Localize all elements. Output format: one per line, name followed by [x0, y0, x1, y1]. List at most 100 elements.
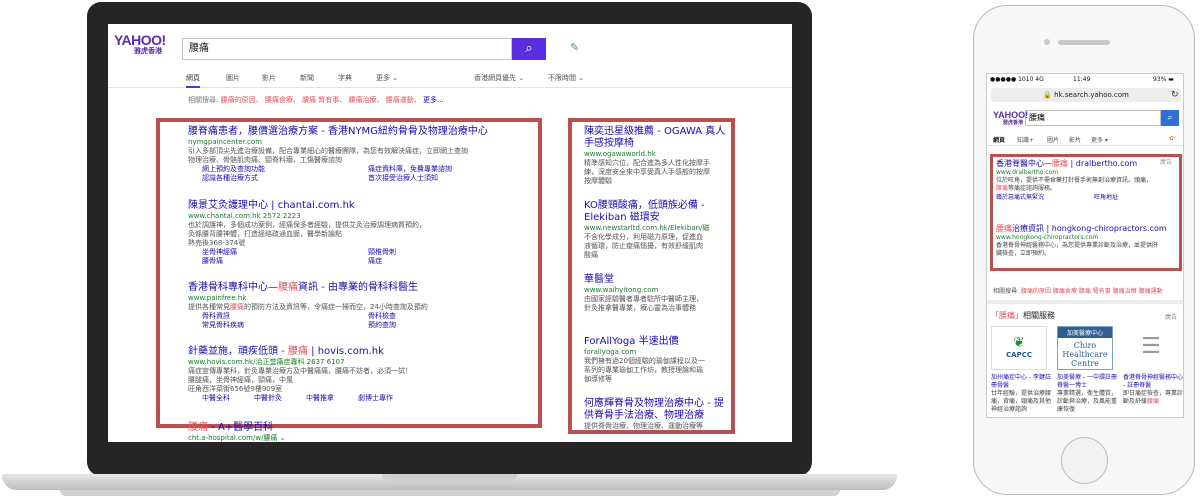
result-desc: 系列的專業瑜伽工作坊，教授理論和瑜	[584, 366, 703, 374]
search-button[interactable]: ⌕	[512, 38, 546, 60]
tab-images[interactable]: 圖片	[1047, 135, 1059, 144]
service-caption[interactable]: 香港脊骨神經醫務中心 - 註冊脊醫 即日痛症檢查，專業診斷及舒緩腰痛	[1123, 374, 1183, 406]
sitelink[interactable]: 腰骨痛	[202, 257, 223, 266]
result-desc: 香港脊骨神經醫務中心，為您提供專業診斷及治療，並提供肝	[996, 242, 1159, 249]
sitelink[interactable]: 中醫推拿	[306, 394, 334, 403]
result-title[interactable]: 腰痛 - A+醫學百科	[188, 422, 286, 434]
sitelink[interactable]: 鐵於惡痛式無緊況	[996, 194, 1044, 202]
related-link[interactable]: 腰痛 腎有事	[302, 96, 339, 104]
service-image[interactable]: ☰	[1123, 326, 1179, 370]
sitelink[interactable]: 認識各種治療方式	[202, 174, 258, 183]
result-title[interactable]: 腰脊痛患者，腰價選治療方案 - 香港NYMG紐約骨骨及物理治療中心	[188, 126, 528, 138]
sitelink[interactable]: 坐骨神經痛	[202, 248, 237, 257]
search-button[interactable]: ⌕	[1161, 110, 1179, 126]
result-desc: 物理治療、骨骼肌肉痛、頸脊料癥、工傷醫療諮詢	[188, 156, 342, 164]
result-title[interactable]: 何應輝脊骨及物理治療中心 - 提供脊骨手法治療、物理治療	[584, 398, 730, 422]
status-bar: ●●●●● 1010 4G 11:49 93% ▬	[987, 74, 1183, 85]
settings-icon[interactable]: ✿	[1169, 135, 1174, 142]
related-link[interactable]: 腰痛食療	[265, 96, 293, 104]
sitelink[interactable]: 中醫針灸	[254, 394, 282, 403]
result-title[interactable]: KO腰頸酸痛，低頭族必備 - Elekiban 磁環安	[584, 200, 730, 224]
related-more[interactable]: 更多...	[423, 96, 444, 104]
related-link[interactable]: 腰痛的原因	[221, 96, 256, 104]
filter-region[interactable]: 香港網頁優先 ⌄	[474, 73, 524, 83]
tab-more[interactable]: 更多 ▾	[1091, 135, 1108, 144]
related-link[interactable]: 腰痛 腎有事	[1079, 288, 1111, 295]
result-desc: 按摩體驗	[584, 177, 612, 185]
result-desc: 灸條腰背腰神體，打造經絡疏通血脈，醫學新論點	[188, 230, 342, 238]
result-desc: 提供脊骨治療、物理治療、運動治療等	[584, 422, 703, 430]
related-link[interactable]: 腰痛治療	[349, 96, 377, 104]
sitelink[interactable]: 骨科資訊	[202, 312, 230, 321]
related-link[interactable]: 腰痛治療	[1113, 288, 1137, 295]
result-desc: 酸痛	[584, 251, 598, 259]
result-desc: 不含化學成分，利用磁力原理，促進血	[584, 233, 703, 241]
search-result: 陳景艾灸護理中心 | chantai.com.hk www.chantai.co…	[188, 200, 528, 266]
sitelink[interactable]: 中醫全科	[202, 394, 230, 403]
result-url: www.chantai.com.hk 2572 2223	[188, 212, 301, 220]
service-caption[interactable]: 加美醫療 - 一中環註冊脊醫一博士 專業精選，衛生體質，診斷與治療，及風能重康恢…	[1057, 374, 1117, 414]
yahoo-logo[interactable]: YAHOO! 雅虎香港	[993, 111, 1028, 127]
sitelink[interactable]: 痛症資料庫，免費專業諮詢	[368, 165, 452, 174]
tab-news[interactable]: 新聞	[300, 73, 314, 83]
result-url: www.hongkong-chiropractors.com	[996, 234, 1099, 241]
result-title[interactable]: 陳景艾灸護理中心 | chantai.com.hk	[188, 200, 528, 212]
yahoo-logo[interactable]: YAHOO! 雅虎香港	[114, 33, 166, 58]
pencil-icon[interactable]: ✎	[570, 41, 579, 54]
tab-knowledge[interactable]: 知識+	[1017, 135, 1034, 144]
service-image[interactable]: 加美醫療中心 Chiro Healthcare Centre	[1057, 326, 1113, 370]
ad-result: KO腰頸酸痛，低頭族必備 - Elekiban 磁環安 www.newstarl…	[584, 200, 730, 260]
sitelink[interactable]: 旺角地址	[1094, 194, 1118, 202]
related-link[interactable]: 腰痛運動	[386, 96, 414, 104]
tab-images[interactable]: 圖片	[226, 73, 240, 83]
mobile-screen: ●●●●● 1010 4G 11:49 93% ▬ 🔒 hk.search.ya…	[986, 73, 1184, 418]
laptop-notch	[382, 474, 517, 481]
sitelink[interactable]: 網上預約及查詢功能	[202, 165, 265, 174]
result-desc: 也於調護神，多個成功案例，經痛保多者經驗，提供艾灸治療調理病質預約，	[188, 221, 426, 229]
result-desc: 液循環，防止痠痛惱擾，有效舒緩肌肉	[584, 242, 703, 250]
tab-dictionary[interactable]: 字典	[338, 73, 352, 83]
result-title[interactable]: 陳奕迅星級推薦 - OGAWA 真人手感按摩椅	[584, 126, 730, 150]
service-image[interactable]: ❦ CAPCC	[991, 326, 1047, 370]
laptop-foot	[60, 490, 840, 496]
home-button[interactable]	[1061, 437, 1108, 484]
sitelink[interactable]: 常見骨科疾病	[202, 321, 244, 330]
result-title[interactable]: 針藥並施，頑疾低頭 - 腰痛 | hovis.com.hk	[188, 346, 528, 358]
search-header: YAHOO! 雅虎香港 腰痛 ⌕ ✎	[108, 24, 792, 64]
service-caption[interactable]: 加州痛症中心 - 李鍵註冊骨醫 廿年經驗，提供治療腰痛，背痛，頸痛及其他神經治療…	[991, 374, 1051, 414]
search-icon: ⌕	[525, 41, 533, 56]
tab-videos[interactable]: 影片	[262, 73, 276, 83]
result-url: www.newstarltd.com.hk/Elekiban/磁	[584, 224, 710, 232]
tab-web[interactable]: 網頁	[186, 73, 200, 88]
search-input[interactable]: 腰痛	[1025, 110, 1161, 126]
result-desc: 我們擁有過20個經驗的瑜伽課程以及一	[584, 357, 705, 365]
reload-icon[interactable]: ↻	[1171, 90, 1179, 100]
related-searches: 相關搜尋: 腰痛的原因 腰痛食療 腰痛 腎有事 腰痛治療 腰痛運動	[993, 286, 1163, 295]
sitelink[interactable]: 首次接受治療人士須知	[368, 174, 438, 183]
result-title[interactable]: 香港脊醫中心—腰痛 | dralbertho.com	[996, 159, 1176, 169]
sitelink[interactable]: 骨科檢查	[368, 312, 396, 321]
related-link[interactable]: 腰痛運動	[1139, 288, 1163, 295]
ad-result: 何應輝脊骨及物理治療中心 - 提供脊骨手法治療、物理治療 提供脊骨治療、物理治療…	[584, 398, 730, 431]
result-title[interactable]: 華醫堂	[584, 274, 730, 286]
result-title[interactable]: ForAllYoga 半速出價	[584, 336, 730, 348]
related-link[interactable]: 腰痛的原因	[1021, 288, 1051, 295]
sitelink[interactable]: 痛症	[368, 257, 382, 266]
search-result: 香港骨科專科中心—腰痛資訊 - 由專業的骨科科醫生 www.painfree.h…	[188, 282, 528, 330]
tab-more[interactable]: 更多 ⌄	[376, 73, 398, 83]
filter-time[interactable]: 不限時間 ⌄	[548, 73, 584, 83]
sitelink[interactable]: 劇博士專作	[358, 394, 393, 403]
search-tabs: 網頁 知識+ 圖片 影片 更多 ▾ ✿	[987, 132, 1183, 146]
result-url: nymgpaincenter.com	[188, 138, 263, 146]
sitelink[interactable]: 預約查詢	[368, 321, 396, 330]
ad-result: 陳奕迅星級推薦 - OGAWA 真人手感按摩椅 www.ogawaworld.h…	[584, 126, 730, 186]
tab-videos[interactable]: 影片	[1069, 135, 1081, 144]
sitelink[interactable]: 頸椎骨刺	[368, 248, 396, 257]
result-title[interactable]: 腰痛治療資訊 | hongkong-chiropractors.com	[996, 224, 1176, 234]
related-link[interactable]: 腰痛食療	[1053, 288, 1077, 295]
result-url: www.hovis.com.hk/治正堂痛症專科 2637 6107	[188, 358, 345, 366]
tab-web[interactable]: 網頁	[993, 135, 1005, 144]
address-bar[interactable]: 🔒 hk.search.yahoo.com	[991, 88, 1181, 102]
result-title[interactable]: 香港骨科專科中心—腰痛資訊 - 由專業的骨科科醫生	[188, 282, 528, 294]
search-input[interactable]: 腰痛	[182, 38, 512, 60]
